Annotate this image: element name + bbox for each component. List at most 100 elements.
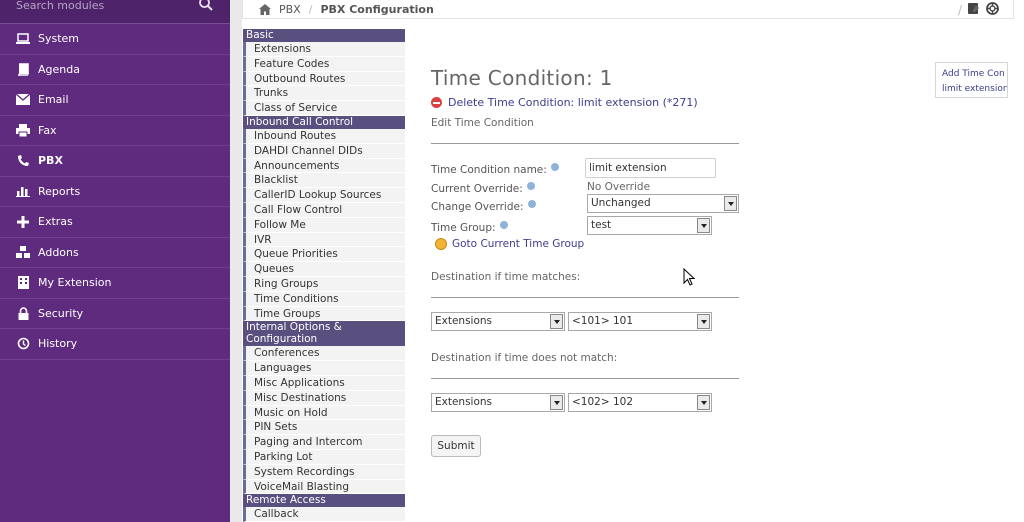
select-value: Extensions (435, 396, 493, 408)
menu-item-feature-codes[interactable]: Feature Codes (243, 56, 405, 72)
menu-category-internal: Internal Options & Configuration (243, 321, 405, 347)
sidebar-item-addons[interactable]: Addons (0, 238, 230, 268)
chevron-down-icon[interactable] (724, 196, 737, 211)
sidebar-item-reports[interactable]: Reports (0, 177, 230, 207)
menu-item-outbound-routes[interactable]: Outbound Routes (243, 71, 405, 87)
sidebar-item-pbx[interactable]: PBX (0, 146, 230, 177)
menu-item-inbound-routes[interactable]: Inbound Routes (243, 128, 405, 144)
edit-icon[interactable] (968, 2, 980, 18)
breadcrumb-home-link[interactable]: PBX (279, 3, 301, 16)
menu-category-inbound: Inbound Call Control (243, 115, 405, 129)
time-condition-list-item[interactable]: limit extension (942, 82, 1007, 97)
menu-item-languages[interactable]: Languages (243, 361, 405, 376)
menu-item-misc-applications[interactable]: Misc Applications (243, 375, 405, 391)
sidebar-item-label: Fax (38, 123, 57, 137)
sidebar-item-system[interactable]: System (0, 24, 230, 55)
dest-nomatch-label: Destination if time does not match: (431, 352, 618, 364)
menu-item-queues[interactable]: Queues (243, 262, 405, 277)
menu-item-announcements[interactable]: Announcements (243, 158, 405, 174)
history-icon (16, 337, 30, 351)
main-sidebar: System Agenda Email Fax PBX Reports (0, 0, 230, 522)
menu-item-callerid-lookup[interactable]: CallerID Lookup Sources (243, 188, 405, 203)
menu-item-call-flow-control[interactable]: Call Flow Control (243, 202, 405, 218)
menu-item-callback[interactable]: Callback (243, 507, 405, 522)
search-modules-input[interactable] (8, 0, 188, 16)
sidebar-item-fax[interactable]: Fax (0, 116, 230, 146)
sidebar-item-label: Agenda (38, 62, 80, 76)
divider (431, 378, 739, 379)
plus-icon (16, 215, 30, 229)
menu-item-queue-priorities[interactable]: Queue Priorities (243, 247, 405, 263)
dest-match-type-select[interactable]: Extensions (431, 312, 565, 331)
building-icon (16, 276, 30, 290)
chevron-down-icon[interactable] (697, 395, 710, 410)
sidebar-item-email[interactable]: Email (0, 85, 230, 116)
add-time-condition-link[interactable]: Add Time Con (942, 67, 1007, 82)
menu-item-time-conditions[interactable]: Time Conditions (243, 291, 405, 307)
book-icon (16, 62, 30, 76)
menu-item-paging-intercom[interactable]: Paging and Intercom (243, 435, 405, 450)
menu-item-class-of-service[interactable]: Class of Service (243, 101, 405, 116)
menu-item-parking-lot[interactable]: Parking Lot (243, 449, 405, 465)
name-label: Time Condition name: (431, 163, 559, 176)
menu-item-voicemail-blasting[interactable]: VoiceMail Blasting (243, 479, 405, 495)
menu-item-follow-me[interactable]: Follow Me (243, 217, 405, 233)
menu-item-pin-sets[interactable]: PIN Sets (243, 420, 405, 436)
menu-item-blacklist[interactable]: Blacklist (243, 173, 405, 189)
divider (431, 143, 739, 144)
menu-item-extensions[interactable]: Extensions (243, 42, 405, 57)
help-icon[interactable] (499, 221, 508, 229)
sidebar-item-history[interactable]: History (0, 329, 230, 360)
select-value: test (591, 219, 612, 231)
help-icon[interactable] (527, 200, 536, 208)
time-group-label-text: Time Group: (431, 222, 496, 234)
help-icon[interactable] (550, 163, 559, 171)
menu-item-system-recordings[interactable]: System Recordings (243, 464, 405, 480)
sidebar-item-security[interactable]: Security (0, 299, 230, 329)
cubes-icon (16, 245, 30, 259)
dest-nomatch-type-select[interactable]: Extensions (431, 393, 565, 412)
divider (431, 297, 739, 298)
change-override-select[interactable]: Unchanged (587, 194, 739, 213)
search-icon[interactable] (198, 0, 214, 12)
help-lifebuoy-icon[interactable] (986, 2, 999, 18)
dest-match-value-select[interactable]: <101> 101 (568, 312, 712, 331)
change-override-label: Change Override: (431, 200, 536, 213)
sidebar-item-my-extension[interactable]: My Extension (0, 268, 230, 299)
chevron-down-icon[interactable] (697, 314, 710, 329)
menu-item-dahdi-channel-dids[interactable]: DAHDI Channel DIDs (243, 143, 405, 159)
time-group-select[interactable]: test (587, 216, 712, 235)
section-heading: Edit Time Condition (431, 117, 534, 129)
menu-item-time-groups[interactable]: Time Groups (243, 306, 405, 322)
chevron-down-icon[interactable] (697, 218, 710, 233)
time-condition-name-input[interactable] (585, 158, 716, 178)
submit-button[interactable]: Submit (431, 435, 481, 457)
module-menu: Basic Extensions Feature Codes Outbound … (243, 29, 405, 522)
menu-item-music-on-hold[interactable]: Music on Hold (243, 405, 405, 421)
current-override-label: Current Override: (431, 182, 535, 195)
chevron-down-icon[interactable] (550, 314, 563, 329)
menu-item-ring-groups[interactable]: Ring Groups (243, 276, 405, 292)
breadcrumb-tools: / (958, 2, 999, 18)
dest-nomatch-value-select[interactable]: <102> 102 (568, 393, 712, 412)
goto-time-group-link[interactable]: Goto Current Time Group (435, 238, 584, 250)
sidebar-item-label: Addons (38, 245, 79, 259)
lock-icon (16, 306, 30, 320)
menu-item-misc-destinations[interactable]: Misc Destinations (243, 390, 405, 406)
current-override-value: No Override (587, 181, 651, 193)
chevron-down-icon[interactable] (550, 395, 563, 410)
printer-icon (16, 123, 30, 137)
home-icon[interactable] (259, 3, 271, 15)
menu-item-ivr[interactable]: IVR (243, 232, 405, 248)
menu-item-trunks[interactable]: Trunks (243, 86, 405, 102)
sidebar-item-agenda[interactable]: Agenda (0, 55, 230, 85)
module-search (0, 0, 230, 24)
phone-icon (16, 154, 30, 168)
menu-item-conferences[interactable]: Conferences (243, 346, 405, 362)
name-label-text: Time Condition name: (431, 164, 547, 176)
sidebar-item-extras[interactable]: Extras (0, 207, 230, 238)
help-icon[interactable] (526, 182, 535, 190)
delete-time-condition-link[interactable]: Delete Time Condition: limit extension (… (431, 96, 698, 109)
mouse-cursor-icon (683, 268, 695, 286)
time-group-icon (435, 238, 447, 250)
